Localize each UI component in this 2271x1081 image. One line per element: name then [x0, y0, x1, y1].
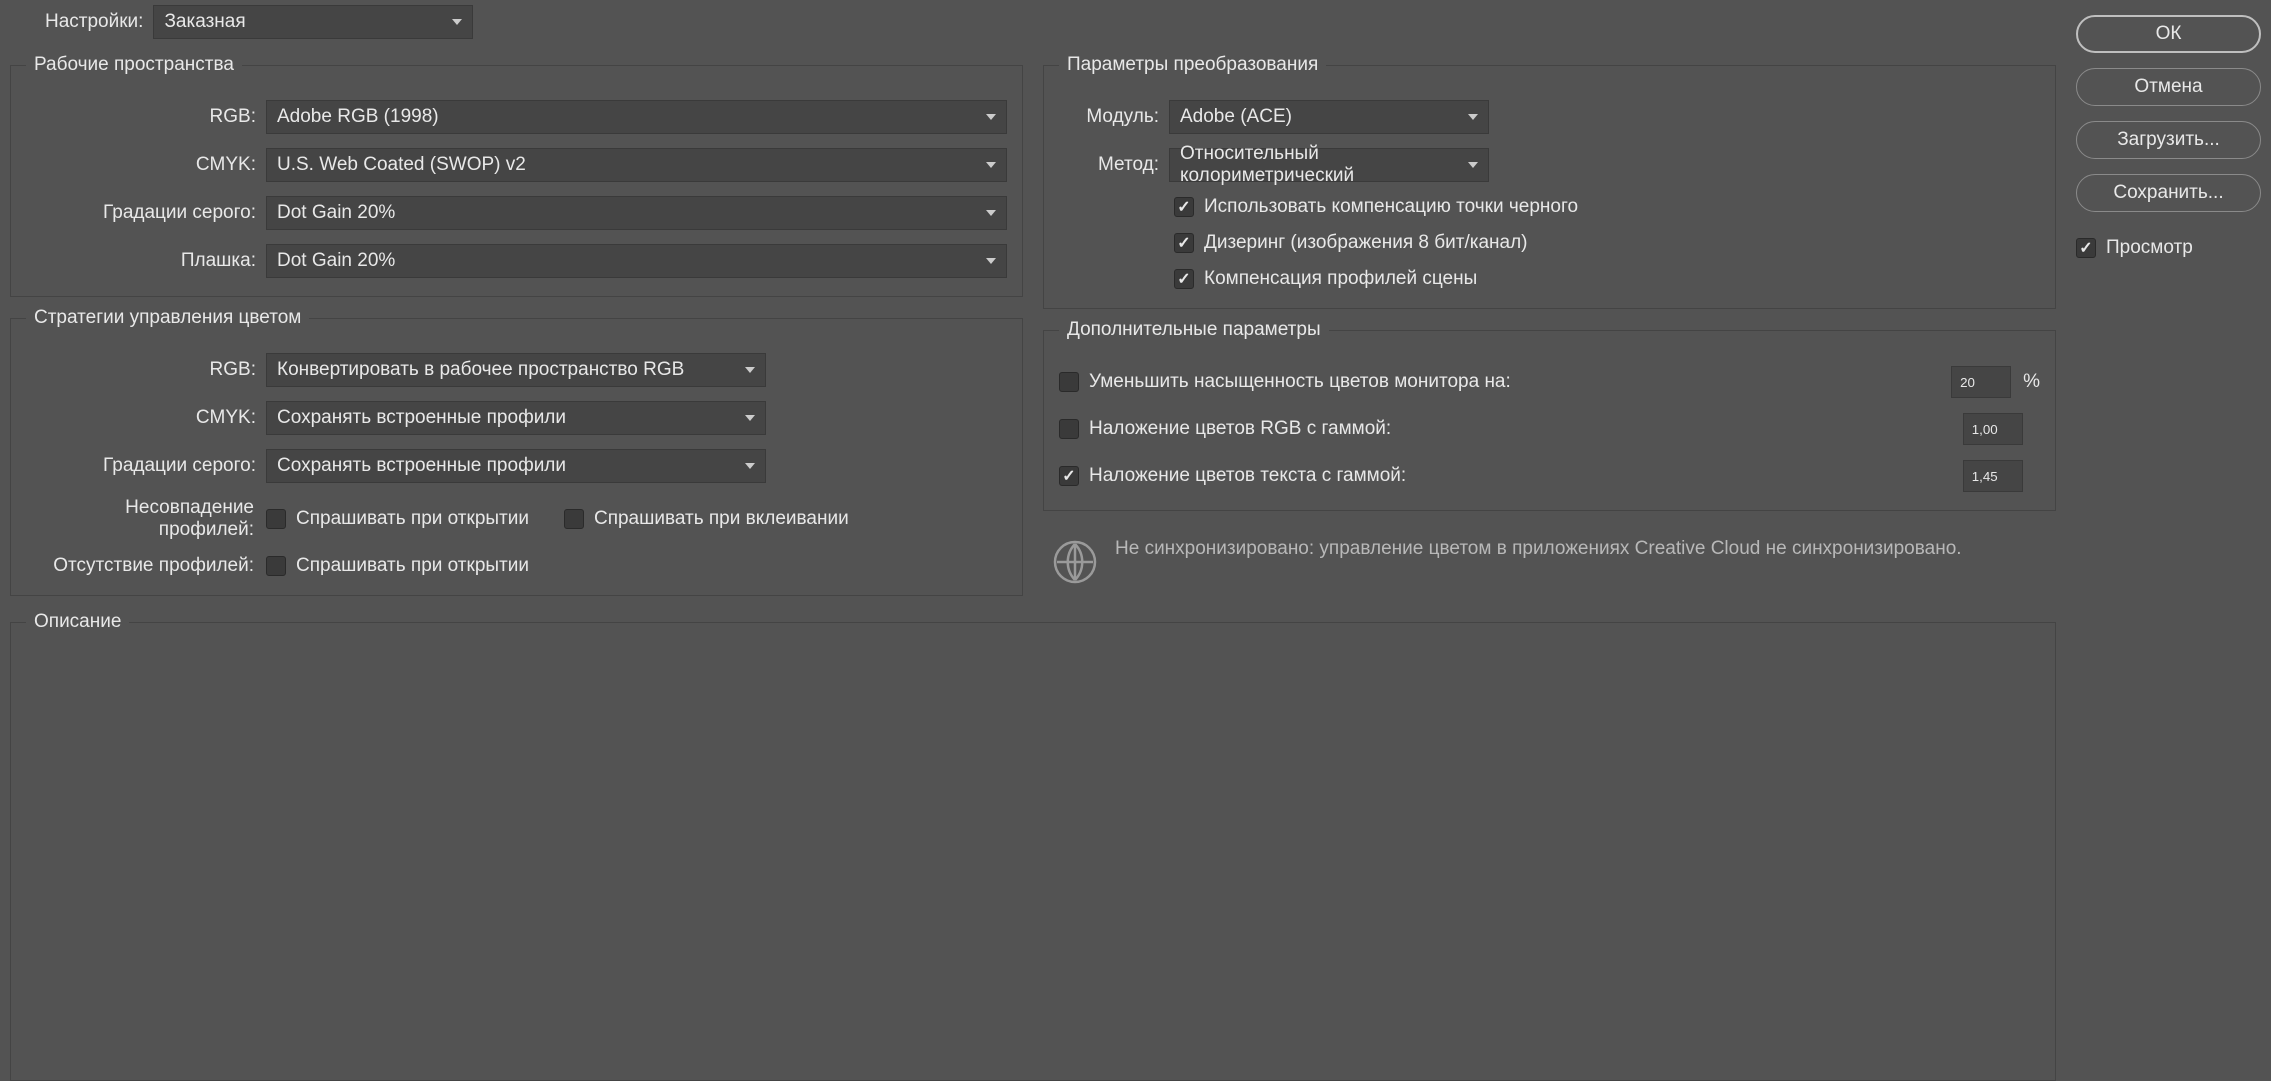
bpc-checkbox[interactable] — [1174, 197, 1194, 217]
intent-label: Метод: — [1059, 154, 1169, 176]
workspaces-group: Рабочие пространства RGB: Adobe RGB (199… — [10, 54, 1023, 297]
spot-label: Плашка: — [26, 250, 266, 272]
intent-select[interactable]: Относительный колориметрический — [1169, 148, 1489, 182]
chevron-down-icon — [745, 415, 755, 421]
blend-text-label: Наложение цветов текста с гаммой: — [1089, 465, 1963, 487]
sync-status: Не синхронизировано: управление цветом в… — [1043, 536, 2056, 584]
advanced-legend: Дополнительные параметры — [1059, 319, 1329, 341]
mismatch-paste-checkbox[interactable] — [564, 509, 584, 529]
sync-text: Не синхронизировано: управление цветом в… — [1115, 536, 1962, 563]
policy-gray-select[interactable]: Сохранять встроенные профили — [266, 449, 766, 483]
description-group: Описание — [10, 611, 2056, 1081]
preview-label: Просмотр — [2106, 237, 2193, 259]
dither-label: Дизеринг (изображения 8 бит/канал) — [1204, 232, 1528, 254]
intent-value: Относительный колориметрический — [1180, 143, 1460, 187]
policy-cmyk-select[interactable]: Сохранять встроенные профили — [266, 401, 766, 435]
desaturate-checkbox[interactable] — [1059, 372, 1079, 392]
percent-label: % — [2023, 371, 2040, 393]
policy-gray-value: Сохранять встроенные профили — [277, 455, 566, 477]
missing-open-checkbox[interactable] — [266, 556, 286, 576]
blend-rgb-label: Наложение цветов RGB с гаммой: — [1089, 418, 1963, 440]
policy-gray-label: Градации серого: — [26, 455, 266, 477]
advanced-group: Дополнительные параметры Уменьшить насыщ… — [1043, 319, 2056, 511]
settings-row: Настройки: Заказная — [10, 0, 2056, 44]
policy-rgb-value: Конвертировать в рабочее пространство RG… — [277, 359, 684, 381]
gray-label: Градации серого: — [26, 202, 266, 224]
dither-checkbox[interactable] — [1174, 233, 1194, 253]
missing-label: Отсутствие профилей: — [26, 555, 266, 577]
ok-button[interactable]: ОК — [2076, 15, 2261, 53]
engine-value: Adobe (ACE) — [1180, 106, 1292, 128]
chevron-down-icon — [452, 19, 462, 25]
workspaces-legend: Рабочие пространства — [26, 54, 242, 76]
blend-text-checkbox[interactable] — [1059, 466, 1079, 486]
chevron-down-icon — [745, 463, 755, 469]
scene-checkbox[interactable] — [1174, 269, 1194, 289]
preview-checkbox[interactable] — [2076, 238, 2096, 258]
policies-legend: Стратегии управления цветом — [26, 307, 309, 329]
engine-select[interactable]: Adobe (ACE) — [1169, 100, 1489, 134]
desaturate-label: Уменьшить насыщенность цветов монитора н… — [1089, 371, 1951, 393]
chevron-down-icon — [986, 258, 996, 264]
chevron-down-icon — [1468, 114, 1478, 120]
rgb-value: Adobe RGB (1998) — [277, 106, 439, 128]
gray-value: Dot Gain 20% — [277, 202, 395, 224]
rgb-select[interactable]: Adobe RGB (1998) — [266, 100, 1007, 134]
save-button[interactable]: Сохранить... — [2076, 174, 2261, 212]
mismatch-label: Несовпадение профилей: — [26, 497, 266, 541]
gray-select[interactable]: Dot Gain 20% — [266, 196, 1007, 230]
mismatch-open-label: Спрашивать при открытии — [296, 508, 529, 530]
conversion-group: Параметры преобразования Модуль: Adobe (… — [1043, 54, 2056, 309]
engine-label: Модуль: — [1059, 106, 1169, 128]
chevron-down-icon — [1468, 162, 1478, 168]
blend-rgb-checkbox[interactable] — [1059, 419, 1079, 439]
rgb-label: RGB: — [26, 106, 266, 128]
policy-rgb-label: RGB: — [26, 359, 266, 381]
conversion-legend: Параметры преобразования — [1059, 54, 1326, 76]
chevron-down-icon — [986, 114, 996, 120]
chevron-down-icon — [745, 367, 755, 373]
spot-value: Dot Gain 20% — [277, 250, 395, 272]
mismatch-open-checkbox[interactable] — [266, 509, 286, 529]
load-button[interactable]: Загрузить... — [2076, 121, 2261, 159]
policy-cmyk-value: Сохранять встроенные профили — [277, 407, 566, 429]
settings-value: Заказная — [164, 11, 245, 33]
sync-icon — [1053, 540, 1097, 584]
missing-open-label: Спрашивать при открытии — [296, 555, 529, 577]
policy-cmyk-label: CMYK: — [26, 407, 266, 429]
cmyk-label: CMYK: — [26, 154, 266, 176]
mismatch-paste-label: Спрашивать при вклеивании — [594, 508, 849, 530]
policy-rgb-select[interactable]: Конвертировать в рабочее пространство RG… — [266, 353, 766, 387]
policies-group: Стратегии управления цветом RGB: Конверт… — [10, 307, 1023, 596]
description-legend: Описание — [26, 611, 129, 633]
chevron-down-icon — [986, 210, 996, 216]
chevron-down-icon — [986, 162, 996, 168]
blend-text-input[interactable] — [1963, 460, 2023, 492]
scene-label: Компенсация профилей сцены — [1204, 268, 1477, 290]
desaturate-input[interactable] — [1951, 366, 2011, 398]
cmyk-select[interactable]: U.S. Web Coated (SWOP) v2 — [266, 148, 1007, 182]
settings-select[interactable]: Заказная — [153, 5, 473, 39]
settings-label: Настройки: — [45, 11, 153, 33]
spot-select[interactable]: Dot Gain 20% — [266, 244, 1007, 278]
cancel-button[interactable]: Отмена — [2076, 68, 2261, 106]
bpc-label: Использовать компенсацию точки черного — [1204, 196, 1578, 218]
blend-rgb-input[interactable] — [1963, 413, 2023, 445]
cmyk-value: U.S. Web Coated (SWOP) v2 — [277, 154, 526, 176]
